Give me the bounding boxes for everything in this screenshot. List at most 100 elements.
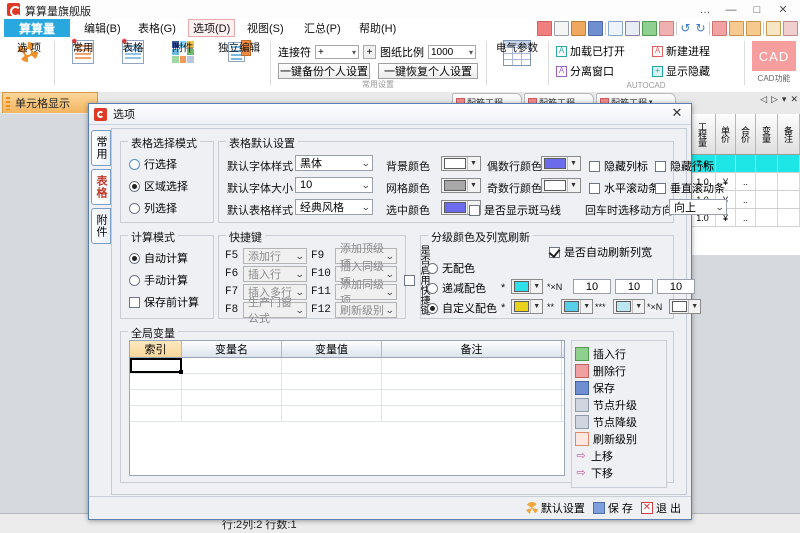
split-icon[interactable] [746,21,761,36]
node-demote-button[interactable]: 节点降级 [572,413,666,430]
cad-feature-button[interactable]: CAD CAD功能 [750,41,798,87]
shortcut-f6-select[interactable]: 插入行⌄ [243,266,307,282]
cad-command-detach-window[interactable]: A 分离窗口 [556,63,614,79]
calendar-icon[interactable] [625,21,640,36]
decrement-color-picker[interactable]: ▼ [511,279,543,294]
ribbon-button-options[interactable]: 选 项 [6,38,52,84]
even-row-color-picker[interactable]: ▼ [541,156,581,171]
radio-area-select[interactable]: 区域选择 [129,178,188,194]
redo-icon[interactable]: ↻ [694,22,707,35]
tab-prev-icon[interactable]: ◁ [760,94,767,105]
table-row[interactable] [130,406,564,422]
odd-row-color-picker[interactable]: ▼ [541,178,581,193]
custom-color-picker-4[interactable]: ▼ [669,299,701,314]
grid-color-picker[interactable]: ▼ [441,178,481,193]
auto-refresh-width-checkbox[interactable]: 是否自动刷新列宽 [549,244,652,260]
more-button[interactable]: … [692,0,718,19]
radio-column-select[interactable]: 列选择 [129,200,177,216]
decrement-value-2[interactable]: 10 [615,279,653,294]
custom-color-picker-2[interactable]: ▼ [561,299,593,314]
font-style-select[interactable]: 黑体 ⌄ [295,155,373,171]
menu-item-view[interactable]: 视图(S) [243,19,288,37]
tab-table[interactable]: 表格 [91,169,111,205]
tab-list-icon[interactable]: ▾ [782,94,787,105]
shortcut-f5-select[interactable]: 添加行⌄ [243,248,307,264]
open-doc-icon[interactable] [554,21,569,36]
save-icon[interactable] [588,21,603,36]
refresh-level-button[interactable]: 刷新级别 [572,430,666,447]
tab-close-icon[interactable]: ✕ [790,94,798,105]
ribbon-button-common[interactable]: ✸ 常用 [60,38,106,84]
radio-row-select[interactable]: 行选择 [129,156,177,172]
enter-move-select[interactable]: 向上 ⌄ [669,199,727,215]
tab-next-icon[interactable]: ▷ [771,94,778,105]
cad-command-new-process[interactable]: A 新建进程 [652,43,710,59]
table-style-select[interactable]: 经典风格 ⌄ [295,199,373,215]
table-icon[interactable] [659,21,674,36]
font-size-select[interactable]: 10 ⌄ [295,177,373,193]
layout-icon[interactable] [783,21,798,36]
ribbon-button-electric-params[interactable]: 电气参数 [490,38,544,84]
connector-add-button[interactable]: + [363,45,376,59]
dialog-close-button[interactable]: ✕ [669,105,685,121]
restore-settings-button[interactable]: 一键恢复个人设置 [378,63,478,79]
undo-icon[interactable]: ↺ [679,22,692,35]
cell-display-tab[interactable]: 单元格显示 [2,92,98,113]
dialog-exit-button[interactable]: ✕ 退 出 [641,500,681,516]
insert-row-button[interactable]: 插入行 [572,345,666,362]
node-promote-button[interactable]: 节点升级 [572,396,666,413]
decrement-value-3[interactable]: 10 [657,279,695,294]
radio-no-color[interactable]: 无配色 [427,260,475,276]
shortcut-f11-select[interactable]: 添加同级项⌄ [335,284,397,300]
backup-settings-button[interactable]: 一键备份个人设置 [278,63,370,79]
default-settings-button[interactable]: 默认设置 [526,500,585,516]
h-scroll-checkbox[interactable]: 水平滚动条 [589,180,659,196]
move-down-button[interactable]: ⇨ 下移 [572,464,666,481]
table-row[interactable] [130,358,564,374]
minimize-button[interactable]: — [718,0,744,19]
merge-icon[interactable] [729,21,744,36]
import-icon[interactable] [571,21,586,36]
scale-select[interactable]: 1000 ▾ [428,45,476,59]
menu-item-options[interactable]: 选项(D) [188,19,235,37]
save-before-calc-checkbox[interactable]: 保存前计算 [129,294,199,310]
radio-manual-calc[interactable]: 手动计算 [129,272,188,288]
ribbon-button-attachment[interactable]: 附件 [160,38,206,84]
v-scroll-checkbox[interactable]: 垂直滚动条 [655,180,725,196]
tab-common[interactable]: 常用 [91,130,111,166]
ribbon-button-standalone-edit[interactable]: 独立编辑 [210,38,268,84]
dialog-save-button[interactable]: 保 存 [593,500,633,516]
shortcut-f8-select[interactable]: 生产门窗公式⌄ [243,302,307,318]
cad-command-load-opened[interactable]: A 加载已打开 [556,43,625,59]
close-button[interactable]: ✕ [770,0,796,19]
cad-command-show-hide[interactable]: + 显示隐藏 [652,63,710,79]
zoom-icon[interactable] [766,21,781,36]
custom-color-picker-1[interactable]: ▼ [511,299,543,314]
custom-color-picker-3[interactable]: ▼ [613,299,645,314]
list-icon[interactable] [642,21,657,36]
radio-custom-color[interactable]: 自定义配色 [427,300,497,316]
page-setup-icon[interactable] [608,21,623,36]
menu-item-table[interactable]: 表格(G) [134,19,180,37]
table-row[interactable] [130,390,564,406]
shortcut-f12-select[interactable]: 刷新级别⌄ [335,302,397,318]
delete-row-button[interactable]: 删除行 [572,362,666,379]
save-button[interactable]: 保存 [572,379,666,396]
ribbon-button-table[interactable]: ✸ 表格 [110,38,156,84]
move-up-button[interactable]: ⇨ 上移 [572,447,666,464]
brand-tab[interactable]: 算算量 [4,19,70,37]
maximize-button[interactable]: □ [744,0,770,19]
menu-item-summary[interactable]: 汇总(P) [300,19,345,37]
tab-attachment[interactable]: 附件 [91,208,111,244]
show-zebra-checkbox[interactable]: 是否显示斑马线 [469,202,561,218]
hide-col-header-checkbox[interactable]: 隐藏列标 [589,158,648,174]
radio-decrement-color[interactable]: 递减配色 [427,280,486,296]
bg-color-picker[interactable]: ▼ [441,156,481,171]
export-icon[interactable] [712,21,727,36]
hide-row-header-checkbox[interactable]: 隐藏行标 [655,158,714,174]
global-vars-table[interactable]: 索引 变量名 变量值 备注 [129,340,565,476]
connector-select[interactable]: + ▾ [315,45,359,59]
radio-auto-calc[interactable]: 自动计算 [129,250,188,266]
menu-item-help[interactable]: 帮助(H) [355,19,400,37]
table-row[interactable] [130,374,564,390]
